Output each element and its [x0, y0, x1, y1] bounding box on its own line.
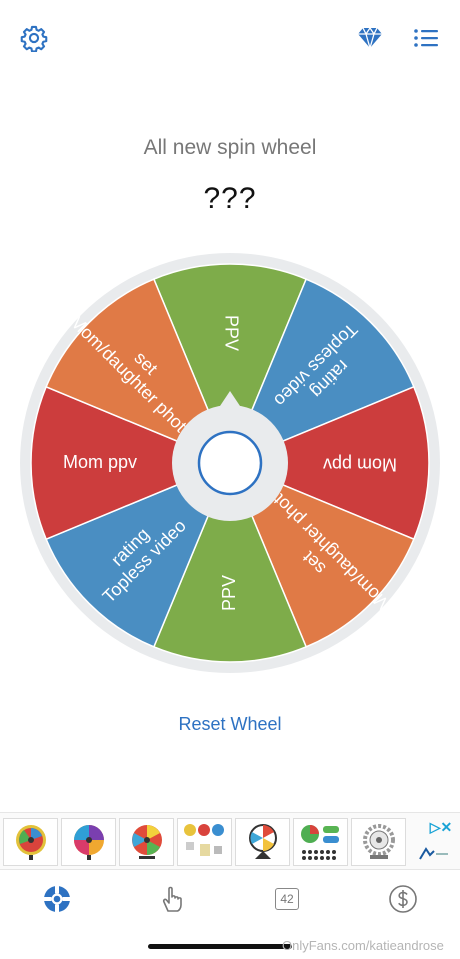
tab-number[interactable]: 42 [267, 881, 307, 917]
diamond-icon [358, 26, 382, 50]
spin-wheel[interactable]: PPV Topless video rating Mom ppv Mom/daughte… [10, 243, 450, 683]
spin-button[interactable] [197, 430, 263, 496]
ad-thumbnail[interactable] [119, 818, 174, 866]
wheel-segment-label: Mom ppv [323, 454, 397, 474]
ad-thumbnail[interactable] [3, 818, 58, 866]
gear-icon [20, 25, 48, 52]
premium-button[interactable] [354, 22, 386, 54]
ad-thumbnail[interactable] [177, 818, 232, 866]
wheel-segment-label: PPV [219, 575, 239, 611]
wheel-title: All new spin wheel [143, 136, 317, 159]
wheel-product-icon [362, 824, 395, 859]
ad-thumbnail[interactable] [235, 818, 290, 866]
reset-wheel-button[interactable]: Reset Wheel [0, 714, 460, 735]
advertiser-logo-icon [419, 847, 448, 860]
wheel-kit-icon [300, 825, 339, 860]
list-button[interactable] [410, 22, 442, 54]
home-indicator[interactable] [148, 944, 292, 949]
wheel-kit-icon [183, 824, 224, 856]
ad-choices-icon[interactable]: ▷✕ [426, 819, 456, 841]
ad-thumbnail[interactable] [351, 818, 406, 866]
wheel-product-icon [15, 825, 46, 860]
wheel-product-icon [248, 824, 277, 859]
spin-result: ??? [203, 182, 257, 215]
wheel-segment-label: Mom ppv [63, 452, 137, 472]
lifebuoy-icon [44, 886, 70, 912]
dollar-icon [389, 885, 417, 913]
ad-thumbnail[interactable] [293, 818, 348, 866]
tab-bar: 42 [0, 871, 460, 927]
number-tile-icon: 42 [275, 888, 299, 910]
list-icon [414, 29, 438, 47]
wheel-segment-label: PPV [221, 315, 241, 351]
ad-banner[interactable]: ▷✕ [0, 812, 460, 870]
watermark: OnlyFans.com/katieandrose [282, 938, 444, 953]
wheel-product-icon [73, 825, 104, 860]
settings-button[interactable] [18, 22, 50, 54]
pointing-hand-icon [162, 886, 182, 912]
tab-money[interactable] [383, 881, 423, 917]
wheel-product-icon [131, 825, 162, 859]
tab-wheel[interactable] [37, 881, 77, 917]
ad-thumbnail[interactable] [61, 818, 116, 866]
top-bar [0, 0, 460, 80]
tab-tap[interactable] [153, 881, 193, 917]
